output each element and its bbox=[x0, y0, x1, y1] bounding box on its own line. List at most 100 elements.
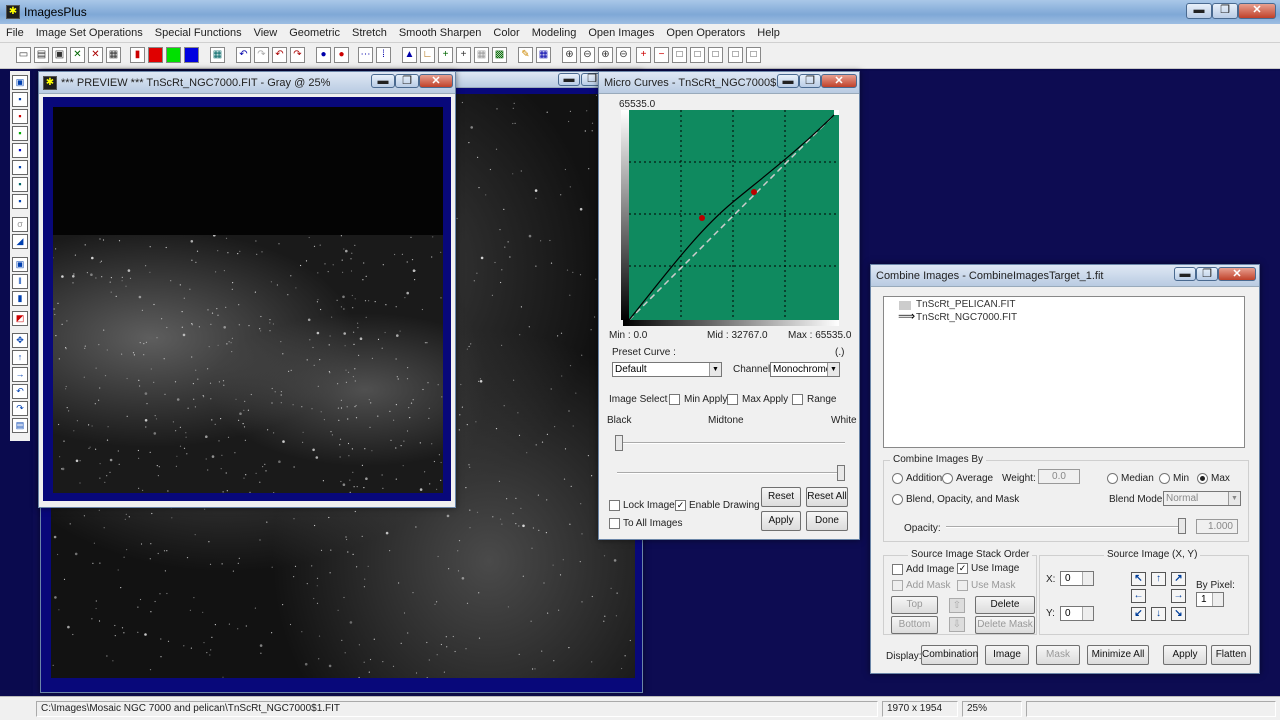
reset-all-button[interactable]: Reset All bbox=[806, 487, 848, 507]
apply-combine-button[interactable]: Apply bbox=[1163, 645, 1207, 665]
apply-curves-button[interactable]: Apply bbox=[761, 511, 801, 531]
tool-7-icon[interactable]: ▪ bbox=[12, 177, 28, 192]
enable-drawing-checkbox[interactable]: ✓ bbox=[675, 500, 686, 511]
subtract-icon[interactable]: − bbox=[654, 47, 669, 63]
menu-color[interactable]: Color bbox=[487, 24, 525, 43]
addition-radio[interactable] bbox=[892, 473, 903, 484]
menu-geometric[interactable]: Geometric bbox=[283, 24, 346, 43]
nudge-down-right-icon[interactable]: ↘ bbox=[1171, 607, 1186, 621]
opacity-slider-thumb[interactable] bbox=[1178, 518, 1186, 534]
combine-maximize-button[interactable]: ❐ bbox=[1196, 267, 1218, 281]
image-info-icon[interactable]: ▩ bbox=[492, 47, 507, 63]
frame-1-icon[interactable]: □ bbox=[672, 47, 687, 63]
x-stepper[interactable]: 0 bbox=[1060, 571, 1094, 586]
frame-4-icon[interactable]: □ bbox=[728, 47, 743, 63]
cross-icon[interactable]: + bbox=[456, 47, 471, 63]
undo-all-icon[interactable]: ↶ bbox=[272, 47, 287, 63]
y-stepper[interactable]: 0 bbox=[1060, 606, 1094, 621]
tool-2-icon[interactable]: ▪ bbox=[12, 92, 28, 107]
table-icon[interactable]: ▦ bbox=[474, 47, 489, 63]
weight-input[interactable]: 0.0 bbox=[1038, 469, 1080, 484]
tool-red-icon[interactable]: ▪ bbox=[12, 109, 28, 124]
table-grid-icon[interactable]: ▦ bbox=[536, 47, 551, 63]
max-radio[interactable] bbox=[1197, 473, 1208, 484]
channel-select[interactable]: Monochrome ▼ bbox=[770, 362, 840, 377]
micro-curves-window[interactable]: Micro Curves - TnScRt_NGC7000$1.FIT ▬ ❐ … bbox=[598, 71, 860, 540]
add-image-checkbox[interactable] bbox=[892, 564, 903, 575]
zoom-out-icon[interactable]: ⊖ bbox=[580, 47, 595, 63]
tool-bars-icon[interactable]: ‖ bbox=[12, 274, 28, 289]
opacity-input[interactable]: 1.000 bbox=[1196, 519, 1238, 534]
add-mask-checkbox[interactable] bbox=[892, 580, 903, 591]
menu-help[interactable]: Help bbox=[751, 24, 786, 43]
tool-crop-icon[interactable]: ◩ bbox=[12, 311, 28, 326]
black-slider-track[interactable] bbox=[617, 442, 845, 444]
green-channel-icon[interactable] bbox=[166, 47, 181, 63]
file-item[interactable]: TnScRt_PELICAN.FIT bbox=[916, 299, 1015, 310]
move-icon[interactable]: ✥ bbox=[12, 333, 28, 348]
zoom-in-icon[interactable]: ⊕ bbox=[598, 47, 613, 63]
points-icon[interactable]: ⁞ bbox=[376, 47, 391, 63]
save-icon[interactable]: ▣ bbox=[52, 47, 67, 63]
arrow-up-icon[interactable]: ↑ bbox=[12, 350, 28, 365]
main-minimize-button[interactable]: ▬ bbox=[558, 73, 580, 86]
image-button[interactable]: Image bbox=[985, 645, 1029, 665]
combine-minimize-button[interactable]: ▬ bbox=[1174, 267, 1196, 281]
tool-select-icon[interactable]: ▣ bbox=[12, 257, 28, 272]
bottom-button[interactable]: Bottom bbox=[891, 616, 938, 634]
combine-close-button[interactable]: ✕ bbox=[1218, 267, 1256, 281]
delete-image-button[interactable]: Delete Image bbox=[975, 596, 1035, 626]
rotate-right-icon[interactable]: ↷ bbox=[12, 401, 28, 416]
zoom-icon[interactable]: ⊕ bbox=[562, 47, 577, 63]
app-maximize-button[interactable]: ❐ bbox=[1212, 3, 1238, 19]
preview-maximize-button[interactable]: ❐ bbox=[395, 74, 419, 88]
use-image-checkbox[interactable]: ✓ bbox=[957, 563, 968, 574]
ellipse-select-icon[interactable]: ● bbox=[334, 47, 349, 63]
app-close-button[interactable]: ✕ bbox=[1238, 3, 1276, 19]
nudge-up-icon[interactable]: ↑ bbox=[1151, 572, 1166, 586]
preview-image-canvas[interactable] bbox=[53, 235, 443, 493]
nudge-left-icon[interactable]: ← bbox=[1131, 589, 1146, 603]
curve-graph[interactable] bbox=[629, 110, 839, 320]
tool-green-icon[interactable]: ▪ bbox=[12, 126, 28, 141]
preview-window[interactable]: ✱ *** PREVIEW *** TnScRt_NGC7000.FIT - G… bbox=[38, 71, 456, 508]
crosshair-icon[interactable]: + bbox=[438, 47, 453, 63]
redo-all-icon[interactable]: ↷ bbox=[290, 47, 305, 63]
pencil-icon[interactable]: ✎ bbox=[518, 47, 533, 63]
nudge-down-icon[interactable]: ↓ bbox=[1151, 607, 1166, 621]
move-up-icon[interactable]: ⇧ bbox=[949, 598, 965, 613]
grid-icon[interactable]: ▦ bbox=[210, 47, 225, 63]
range-checkbox[interactable] bbox=[792, 394, 803, 405]
file-list[interactable]: TnScRt_PELICAN.FIT ⟹ TnScRt_NGC7000.FIT bbox=[883, 296, 1245, 448]
frame-5-icon[interactable]: □ bbox=[746, 47, 761, 63]
lock-image-checkbox[interactable] bbox=[609, 500, 620, 511]
rotate-left-icon[interactable]: ↶ bbox=[12, 384, 28, 399]
frame-2-icon[interactable]: □ bbox=[690, 47, 705, 63]
mc-close-button[interactable]: ✕ bbox=[821, 74, 857, 88]
tool-1-icon[interactable]: ▣ bbox=[12, 75, 28, 90]
menu-open-images[interactable]: Open Images bbox=[582, 24, 660, 43]
opacity-slider-track[interactable] bbox=[946, 526, 1186, 528]
menu-modeling[interactable]: Modeling bbox=[526, 24, 583, 43]
mask-button[interactable]: Mask bbox=[1036, 645, 1080, 665]
by-pixel-stepper[interactable]: 1 bbox=[1196, 592, 1224, 607]
close-image-icon[interactable]: ✕ bbox=[70, 47, 85, 63]
tool-sigma-icon[interactable]: σ bbox=[12, 217, 28, 232]
tool-column-icon[interactable]: ▮ bbox=[12, 291, 28, 306]
nudge-up-left-icon[interactable]: ↖ bbox=[1131, 572, 1146, 586]
open-folder-icon[interactable]: ▤ bbox=[34, 47, 49, 63]
flatten-button[interactable]: Flatten bbox=[1211, 645, 1251, 665]
dotted-line-icon[interactable]: ⋯ bbox=[358, 47, 373, 63]
min-radio[interactable] bbox=[1159, 473, 1170, 484]
tool-6-icon[interactable]: ▪ bbox=[12, 160, 28, 175]
done-button[interactable]: Done bbox=[806, 511, 848, 531]
tool-blue-icon[interactable]: ▪ bbox=[12, 143, 28, 158]
arrow-right-icon[interactable]: → bbox=[12, 367, 28, 382]
print-icon[interactable]: ▦ bbox=[106, 47, 121, 63]
min-apply-checkbox[interactable] bbox=[669, 394, 680, 405]
black-slider-thumb[interactable] bbox=[615, 435, 623, 451]
histogram-icon[interactable]: ▲ bbox=[402, 47, 417, 63]
menu-image-set-operations[interactable]: Image Set Operations bbox=[30, 24, 149, 43]
blend-radio[interactable] bbox=[892, 494, 903, 505]
mc-minimize-button[interactable]: ▬ bbox=[777, 74, 799, 88]
